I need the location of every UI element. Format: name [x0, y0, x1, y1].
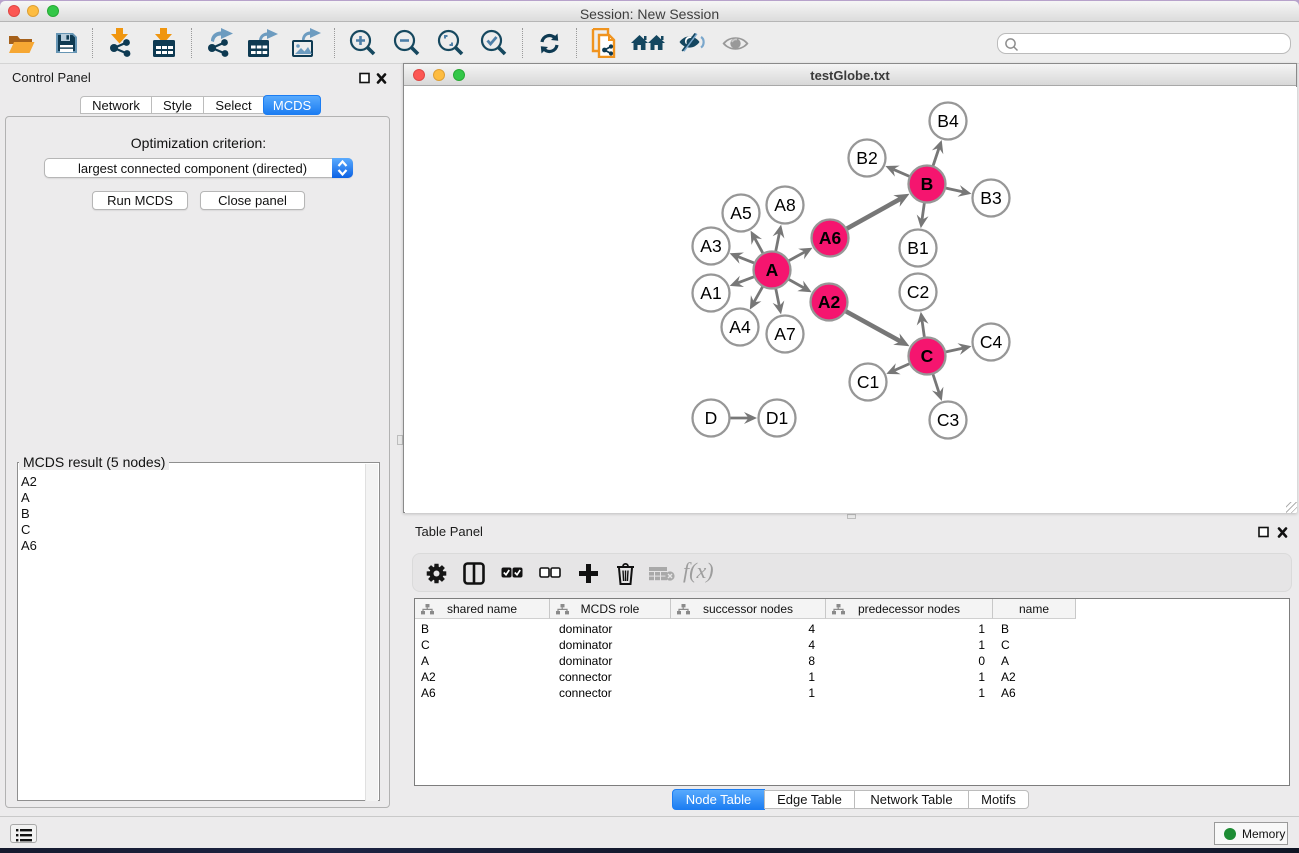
svg-text:C3: C3 [937, 410, 959, 430]
svg-text:A2: A2 [818, 292, 841, 312]
svg-text:A1: A1 [700, 283, 721, 303]
svg-text:B1: B1 [907, 238, 928, 258]
svg-text:B2: B2 [856, 148, 877, 168]
svg-text:B3: B3 [980, 188, 1001, 208]
svg-text:B: B [921, 174, 934, 194]
svg-text:A5: A5 [730, 203, 751, 223]
svg-text:A3: A3 [700, 236, 721, 256]
svg-text:C: C [921, 346, 934, 366]
svg-text:C4: C4 [980, 332, 1003, 352]
svg-text:A: A [766, 260, 779, 280]
svg-text:A4: A4 [729, 317, 751, 337]
svg-text:C1: C1 [857, 372, 879, 392]
svg-text:B4: B4 [937, 111, 959, 131]
svg-text:C2: C2 [907, 282, 929, 302]
svg-text:A8: A8 [774, 195, 795, 215]
svg-text:A7: A7 [774, 324, 795, 344]
svg-text:D: D [705, 408, 718, 428]
svg-text:A6: A6 [819, 228, 842, 248]
svg-text:D1: D1 [766, 408, 788, 428]
